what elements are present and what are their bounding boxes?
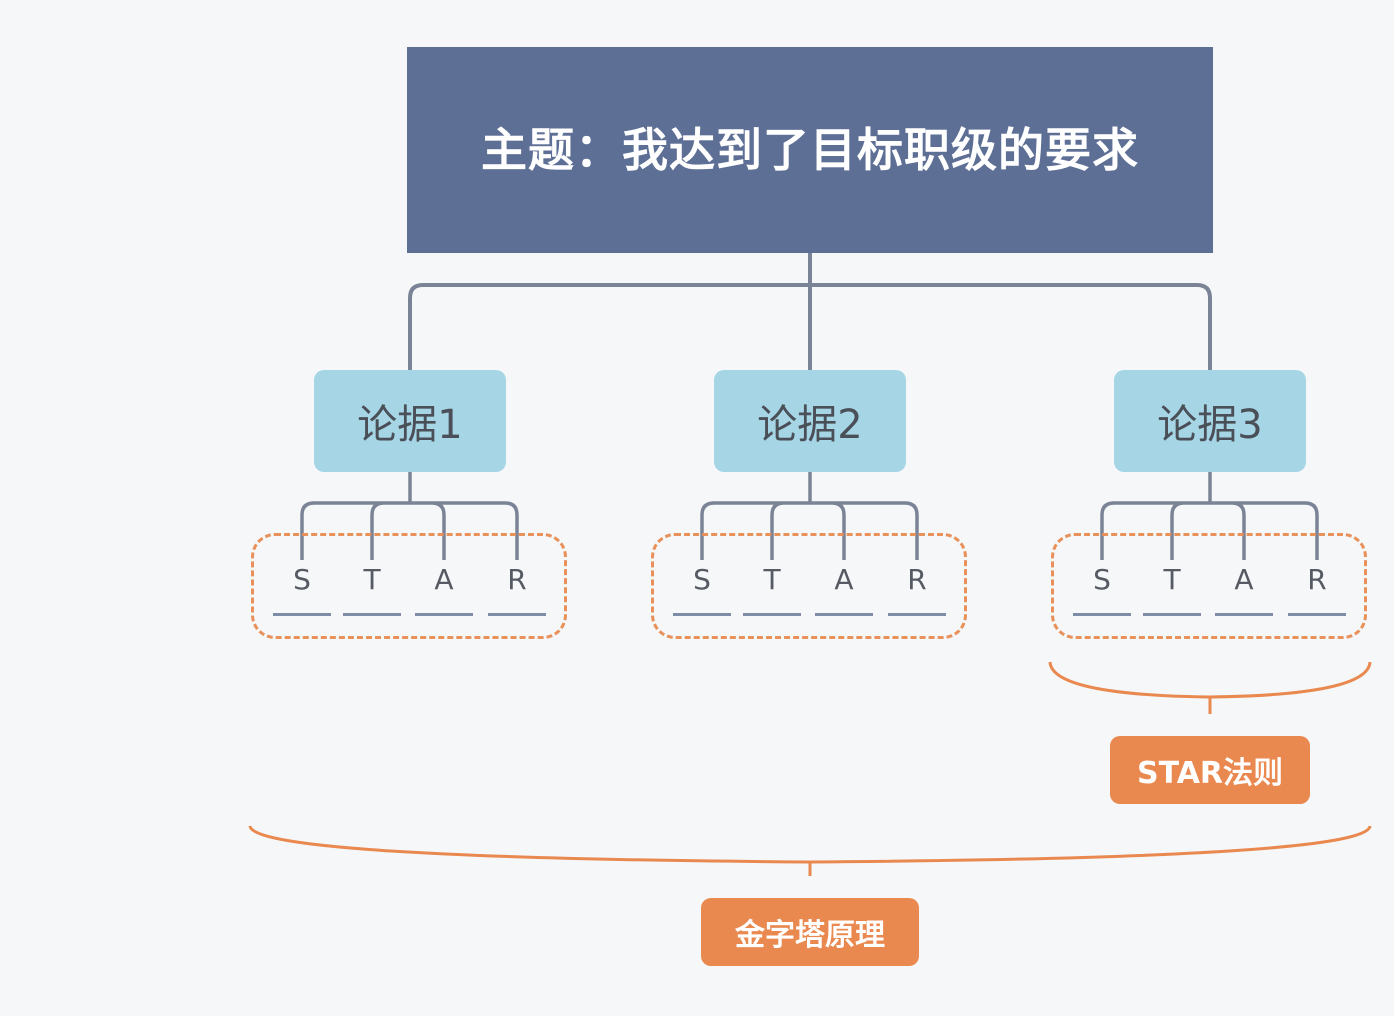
- star-underline: [488, 613, 546, 616]
- star-underline: [1215, 613, 1273, 616]
- star-underline: [343, 613, 401, 616]
- star-letter-r: R: [907, 563, 927, 596]
- star-underline: [1288, 613, 1346, 616]
- star-letter-s: S: [693, 563, 711, 596]
- star-letter-t: T: [1163, 563, 1181, 596]
- pyramid-brace: [248, 825, 1372, 876]
- star-letter-a: A: [1234, 563, 1254, 596]
- pyramid-principle-label: 金字塔原理: [701, 898, 919, 966]
- star-letter-t: T: [763, 563, 781, 596]
- argument-node-2: 论据2: [714, 370, 906, 472]
- star-underline: [673, 613, 731, 616]
- star-letter-s: S: [1093, 563, 1111, 596]
- topic-connector: [408, 253, 1212, 372]
- star-letter-a: A: [834, 563, 854, 596]
- star-letter-r: R: [1307, 563, 1327, 596]
- star-rule-label: STAR法则: [1110, 736, 1310, 804]
- star-underline: [743, 613, 801, 616]
- topic-node: 主题：我达到了目标职级的要求: [407, 47, 1213, 253]
- star-letter-t: T: [363, 563, 381, 596]
- star-underline: [273, 613, 331, 616]
- star-underline: [1143, 613, 1201, 616]
- star-letter-a: A: [434, 563, 454, 596]
- diagram-canvas: 主题：我达到了目标职级的要求 论据1 论据2 论据3 S T A R S T A…: [0, 0, 1394, 1016]
- star-rule-brace: [1048, 661, 1372, 714]
- star-underline: [1073, 613, 1131, 616]
- star-underline: [888, 613, 946, 616]
- argument-node-3: 论据3: [1114, 370, 1306, 472]
- star-letter-s: S: [293, 563, 311, 596]
- star-letter-r: R: [507, 563, 527, 596]
- star-underline: [415, 613, 473, 616]
- topic-title: 主题：我达到了目标职级的要求: [481, 123, 1139, 177]
- argument-node-1: 论据1: [314, 370, 506, 472]
- star-underline: [815, 613, 873, 616]
